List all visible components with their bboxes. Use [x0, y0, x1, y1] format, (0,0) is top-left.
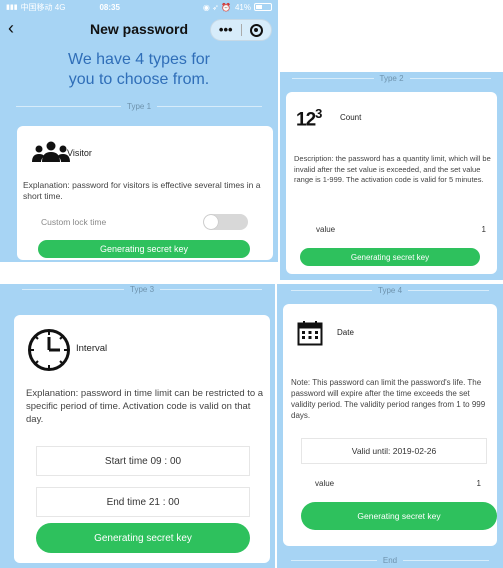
- end-label: End: [382, 555, 398, 565]
- nav-bar: ‹ New password •••: [0, 14, 278, 44]
- status-bar: ▮▮▮ 中国移动 4G 08:35 ◉ ➶ ⏰ 41%: [0, 0, 278, 14]
- count-value: 1: [481, 224, 486, 234]
- clock-time: 08:35: [99, 2, 120, 12]
- type1-divider-label: Type 1: [127, 101, 152, 111]
- visitor-description: Explanation: password for visitors is ef…: [23, 180, 261, 201]
- intro-line-2: you to choose from.: [68, 71, 210, 88]
- date-card: Date Note: This password can limit the p…: [283, 304, 497, 546]
- interval-card: Interval Explanation: password in time l…: [14, 315, 270, 563]
- count-value-row[interactable]: value 1: [316, 222, 486, 236]
- type4-divider: Type 4: [285, 285, 495, 295]
- end-time-field[interactable]: End time 21 : 00: [36, 487, 250, 517]
- battery-icon: [254, 3, 272, 11]
- intro-heading: We have 4 types for you to choose from.: [0, 50, 278, 90]
- generate-key-button-type2[interactable]: Generating secret key: [300, 248, 480, 266]
- more-dots-icon[interactable]: •••: [211, 21, 241, 39]
- mini-program-capsule: •••: [210, 19, 272, 41]
- signal-icon: ▮▮▮: [6, 4, 18, 11]
- carrier-label: 中国移动 4G: [20, 2, 66, 12]
- count-123-icon: 123: [296, 106, 322, 131]
- clock-icon: [28, 329, 70, 371]
- custom-lock-toggle[interactable]: [203, 214, 248, 230]
- type2-divider: Type 2: [286, 73, 497, 83]
- generate-key-button-type4[interactable]: Generating secret key: [301, 502, 497, 530]
- start-time-field[interactable]: Start time 09 : 00: [36, 446, 250, 476]
- interval-description: Explanation: password in time limit can …: [26, 388, 264, 425]
- panel-type2: Type 2 123 Count Description: the passwo…: [280, 72, 503, 280]
- type1-divider: Type 1: [10, 101, 268, 111]
- type3-divider-label: Type 3: [130, 284, 155, 294]
- record-circle-icon[interactable]: [242, 23, 272, 37]
- location-icon: ◉ ➶ ⏰: [202, 2, 231, 12]
- date-value: 1: [476, 478, 481, 488]
- visitor-title: Visitor: [67, 148, 92, 158]
- panel-type1: ▮▮▮ 中国移动 4G 08:35 ◉ ➶ ⏰ 41% ‹ New passwo…: [0, 0, 278, 262]
- date-value-row[interactable]: value 1: [315, 476, 481, 490]
- valid-until-field[interactable]: Valid until: 2019-02-26: [301, 438, 487, 464]
- generate-key-button-type3[interactable]: Generating secret key: [36, 523, 250, 553]
- date-value-label: value: [315, 478, 335, 488]
- type2-divider-label: Type 2: [379, 73, 404, 83]
- custom-lock-label: Custom lock time: [41, 217, 107, 227]
- calendar-icon: [297, 321, 323, 346]
- count-card: 123 Count Description: the password has …: [286, 92, 497, 274]
- generate-key-button-type1[interactable]: Generating secret key: [38, 240, 250, 258]
- date-title: Date: [337, 328, 354, 337]
- panel-type3: Type 3 Interval Explanation: password in…: [0, 284, 275, 568]
- type3-divider: Type 3: [16, 284, 268, 294]
- count-value-label: value: [316, 224, 336, 234]
- count-description: Description: the password has a quantity…: [294, 154, 491, 184]
- panel-type4: Type 4 Date Note: This password can limi…: [277, 284, 503, 568]
- visitor-group-icon: [32, 141, 70, 162]
- intro-line-1: We have 4 types for: [68, 51, 210, 68]
- interval-title: Interval: [76, 343, 108, 354]
- type4-divider-label: Type 4: [378, 285, 403, 295]
- visitor-card: Visitor Explanation: password for visito…: [17, 126, 273, 260]
- date-description: Note: This password can limit the passwo…: [291, 378, 486, 420]
- end-divider: End: [285, 555, 495, 565]
- count-title: Count: [340, 113, 362, 122]
- battery-percent: 41%: [234, 2, 251, 12]
